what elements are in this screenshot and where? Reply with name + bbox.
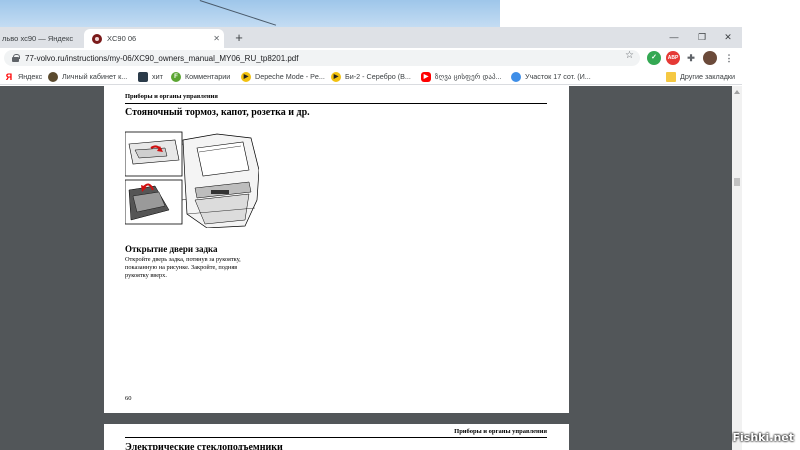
avito-icon (511, 71, 521, 82)
pdf-page-61: Приборы и органы управления Электрически… (104, 424, 569, 450)
body-line: рукоятку вверх. (125, 272, 167, 279)
comments-icon: F (171, 71, 181, 82)
hit-icon (138, 71, 148, 82)
lock-icon (12, 54, 20, 62)
pdf-viewer[interactable]: Приборы и органы управления Стояночный т… (0, 86, 742, 450)
bookmark-hit[interactable]: хит (138, 70, 163, 83)
bookmark-yandex[interactable]: Я Яндекс (4, 70, 42, 83)
bookmark-comments[interactable]: F Комментарии (171, 70, 230, 83)
page-title: Электрические стеклоподъемники (125, 442, 283, 450)
bookmark-cabinet[interactable]: Личный кабинет к... (48, 70, 127, 83)
tab-label: льво хс90 — Яндекс (2, 34, 74, 43)
extensions-puzzle-icon[interactable]: ✚ (684, 51, 698, 65)
page-header: Приборы и органы управления (125, 93, 218, 100)
adblock-extension-icon[interactable]: ABP (666, 51, 680, 65)
shield-extension-icon[interactable]: ✓ (647, 51, 661, 65)
cabinet-icon (48, 71, 58, 82)
screen: льво хс90 — Яндекс XC90 06 ✕ + — ❐ ✕ 77-… (0, 0, 800, 450)
bookmark-label: Личный кабинет к... (62, 72, 128, 81)
header-rule (125, 437, 547, 438)
wire-decoration (199, 0, 277, 26)
bookmark-label: Depeche Mode - Pe... (255, 72, 325, 81)
close-tab-icon[interactable]: ✕ (213, 34, 220, 43)
close-window-icon[interactable]: ✕ (716, 29, 740, 45)
tailgate-illustration (125, 131, 259, 228)
bookmarks-bar: Я Яндекс Личный кабинет к... хит F Комме… (0, 68, 742, 85)
restore-icon[interactable]: ❐ (690, 29, 714, 45)
tab-xc90[interactable]: XC90 06 ✕ (84, 29, 224, 48)
bookmark-label: хит (152, 72, 163, 81)
header-rule (125, 103, 547, 104)
url-text: 77-volvo.ru/instructions/my-06/XC90_owne… (25, 53, 299, 63)
right-blank-area (742, 27, 800, 450)
yandex-icon: Я (5, 71, 13, 82)
bookmark-star-icon[interactable]: ☆ (625, 50, 634, 61)
tab-strip: льво хс90 — Яндекс XC90 06 ✕ + — ❐ ✕ (0, 27, 742, 48)
body-line: Откройте дверь задка, потянув за рукоятк… (125, 256, 241, 263)
play-icon: ▶ (241, 71, 251, 82)
profile-avatar[interactable] (703, 51, 717, 65)
address-bar[interactable]: 77-volvo.ru/instructions/my-06/XC90_owne… (4, 50, 640, 66)
folder-icon (666, 71, 676, 82)
tab-label: XC90 06 (107, 34, 137, 43)
page-title: Стояночный тормоз, капот, розетка и др. (125, 107, 310, 118)
bookmark-label: Участок 17 сот. (И... (525, 72, 591, 81)
scroll-up-icon[interactable] (734, 90, 740, 94)
bookmark-youtube[interactable]: ▶ ზღვა ცისფერ დაპ... (421, 70, 502, 83)
play-icon: ▶ (331, 71, 341, 82)
scroll-thumb[interactable] (734, 178, 740, 186)
pdf-page-60: Приборы и органы управления Стояночный т… (104, 86, 569, 413)
youtube-icon: ▶ (421, 71, 431, 82)
bookmark-label: Би-2 - Серебро (В... (345, 72, 411, 81)
bookmark-label: Комментарии (185, 72, 231, 81)
pdf-scrollbar[interactable] (732, 86, 742, 450)
toolbar: 77-volvo.ru/instructions/my-06/XC90_owne… (0, 48, 742, 68)
bookmark-label: ზღვა ცისფერ დაპ... (435, 72, 502, 81)
tab-yandex[interactable]: льво хс90 — Яндекс (0, 29, 82, 48)
bookmark-label: Яндекс (18, 72, 43, 81)
watermark: Fishki.net (732, 431, 794, 444)
bookmark-avito[interactable]: Участок 17 сот. (И... (511, 70, 591, 83)
page-number: 60 (125, 395, 132, 402)
minimize-icon[interactable]: — (662, 29, 686, 45)
bookmark-depeche[interactable]: ▶ Depeche Mode - Pe... (241, 70, 325, 83)
other-bookmarks[interactable]: Другие закладки (666, 70, 735, 83)
section-title: Открытие двери задка (125, 244, 218, 254)
menu-dots-icon[interactable]: ⋮ (722, 51, 736, 65)
volvo-favicon-icon (92, 33, 102, 44)
other-bookmarks-label: Другие закладки (680, 72, 736, 81)
new-tab-button[interactable]: + (231, 30, 247, 46)
section-body: Откройте дверь задка, потянув за рукоятк… (125, 256, 241, 280)
body-line: показанную на рисунке. Закройте, подняв (125, 264, 238, 271)
bookmark-bi2[interactable]: ▶ Би-2 - Серебро (В... (331, 70, 411, 83)
desktop-background (0, 0, 500, 28)
page-header: Приборы и органы управления (454, 428, 547, 435)
